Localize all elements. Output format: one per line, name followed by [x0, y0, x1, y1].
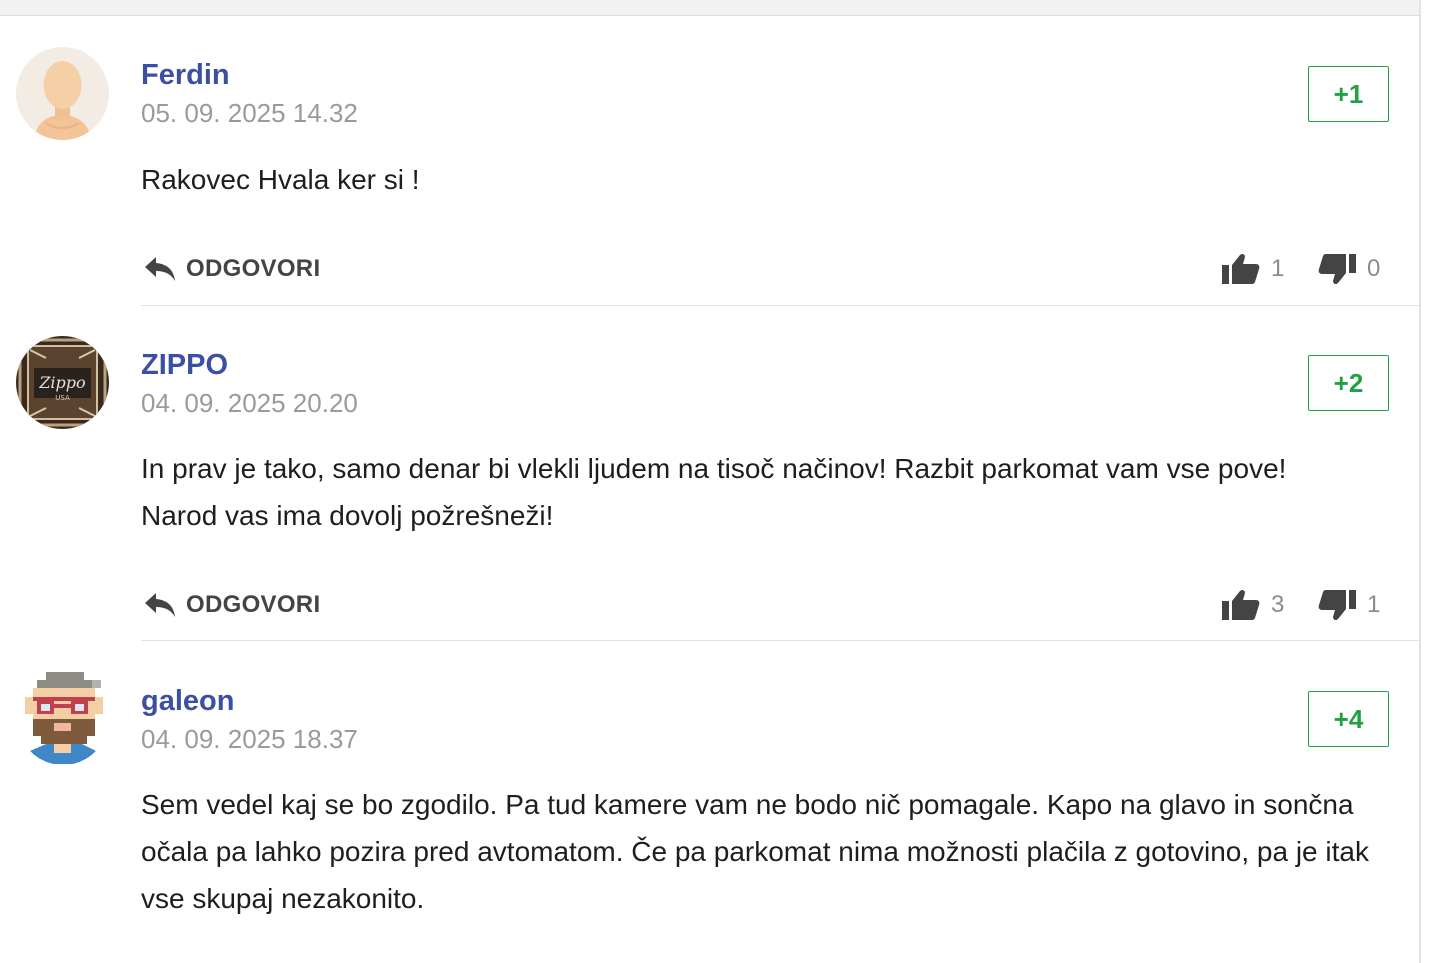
comment-text: Sem vedel kaj se bo zgodilo. Pa tud kame…: [141, 789, 1369, 914]
comment-text: Rakovec Hvala ker si !: [141, 164, 420, 195]
thumbs-up-icon: [1222, 589, 1260, 620]
thumbs-up-icon: [1222, 253, 1260, 284]
reply-button[interactable]: ODGOVORI: [143, 589, 320, 621]
comment-divider: [141, 305, 1420, 306]
avatar-brand-subtext: USA: [55, 394, 70, 402]
zippo-lighter-avatar-icon: Zippo USA: [16, 336, 109, 429]
comment-author[interactable]: galeon: [141, 684, 234, 718]
dislike-count: 0: [1367, 255, 1381, 282]
comment-date: 04. 09. 2025 18.37: [141, 724, 358, 754]
right-border: [1419, 0, 1421, 963]
reply-button[interactable]: ODGOVORI: [143, 253, 320, 285]
reply-arrow-icon: [145, 593, 175, 617]
top-bar: [0, 0, 1420, 16]
score-badge: +1: [1308, 66, 1389, 122]
avatar[interactable]: [16, 47, 109, 140]
dislike-button[interactable]: 1: [1317, 587, 1380, 623]
dislike-count: 1: [1367, 591, 1381, 618]
score-badge: +4: [1308, 691, 1389, 747]
comment-author[interactable]: Ferdin: [141, 58, 230, 92]
thumbs-down-icon: [1318, 254, 1356, 285]
like-button[interactable]: 3: [1221, 587, 1284, 623]
like-button[interactable]: 1: [1221, 251, 1284, 287]
comment-date: 04. 09. 2025 20.20: [141, 388, 358, 418]
avatar[interactable]: Zippo USA: [16, 336, 109, 429]
like-count: 3: [1271, 591, 1285, 618]
thumbs-down-icon: [1318, 590, 1356, 621]
reply-label: ODGOVORI: [186, 591, 321, 618]
avatar-brand-text: Zippo: [38, 373, 85, 392]
reply-label: ODGOVORI: [186, 255, 321, 282]
default-person-avatar-icon: [16, 47, 109, 140]
comment-text: In prav je tako, samo denar bi vlekli lj…: [141, 453, 1287, 531]
avatar[interactable]: [16, 671, 109, 764]
like-count: 1: [1271, 255, 1285, 282]
score-badge: +2: [1308, 355, 1389, 411]
pixel-bearded-man-avatar-icon: [16, 671, 109, 764]
comment-author[interactable]: ZIPPO: [141, 348, 228, 382]
comment-date: 05. 09. 2025 14.32: [141, 98, 358, 128]
reply-arrow-icon: [145, 257, 175, 281]
comment-divider: [141, 640, 1420, 641]
dislike-button[interactable]: 0: [1317, 251, 1380, 287]
